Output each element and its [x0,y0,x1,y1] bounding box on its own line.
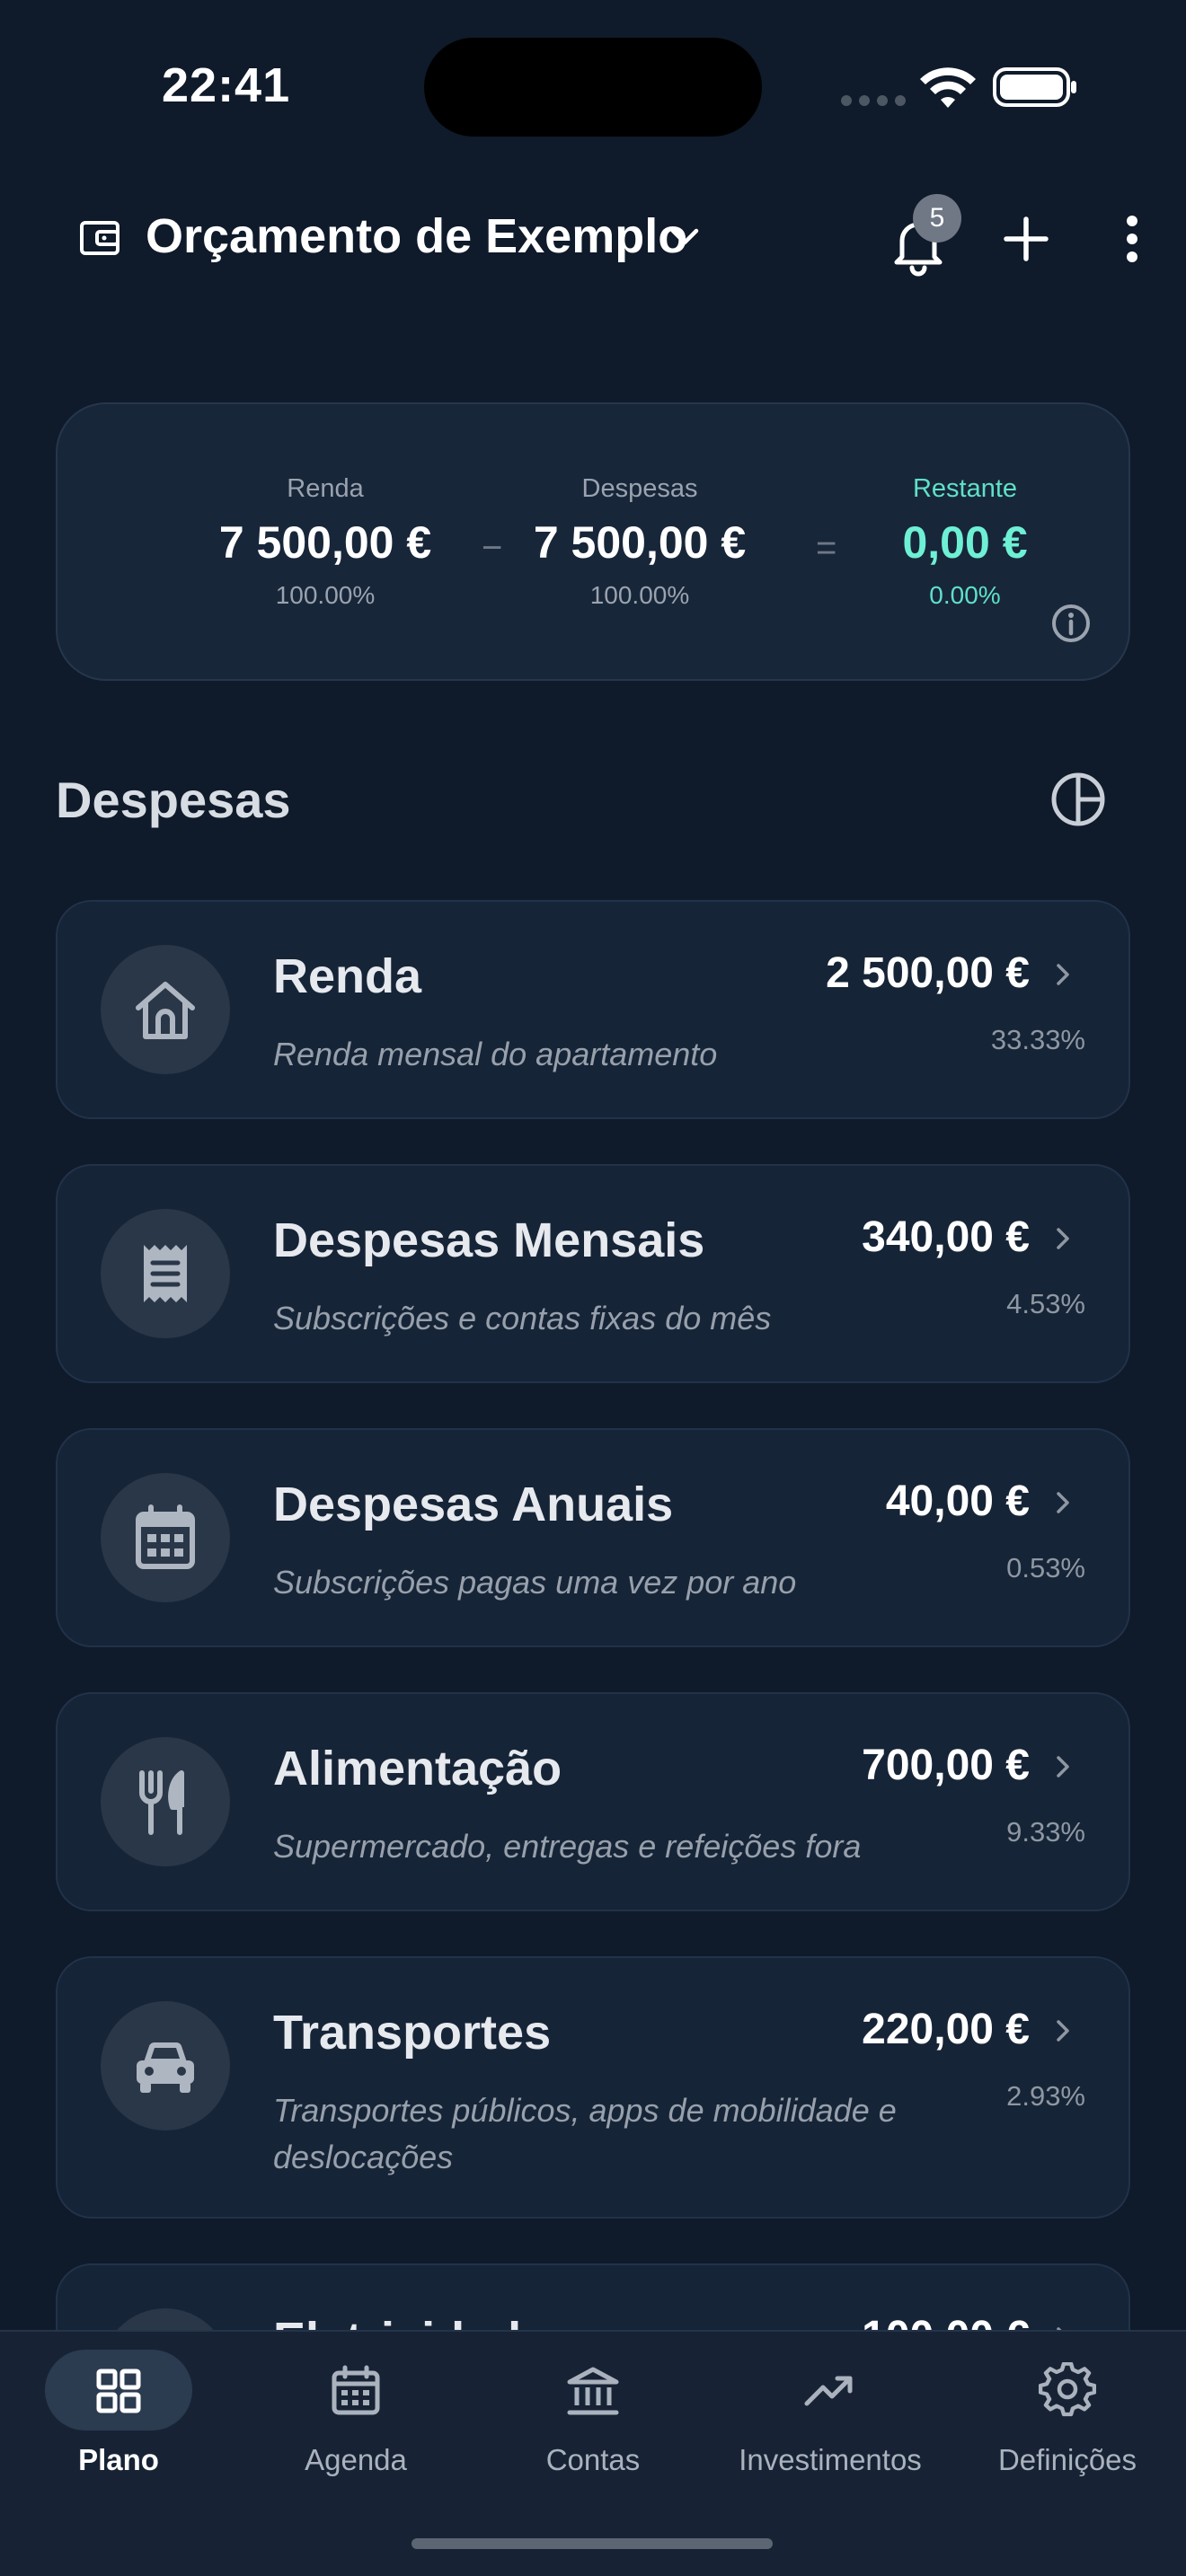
nav-label: Agenda [305,2443,407,2476]
chevron-right-icon [1057,1492,1069,1513]
add-icon[interactable] [997,210,1055,268]
nav-item-plano[interactable]: Plano [0,2332,237,2511]
expense-description: Supermercado, entregas e refeições fora [273,1828,862,1865]
category-icon-circle [101,1473,230,1602]
expense-item-alimentacao[interactable]: Alimentação Supermercado, entregas e ref… [56,1692,1130,1911]
trending-up-icon [804,2376,853,2406]
expense-name: Despesas Mensais [273,1213,705,1267]
income-label: Renda [287,474,364,503]
income-value: 7 500,00 € [218,517,432,568]
expense-amount: 220,00 € [862,2006,1030,2053]
expense-percent: 0.53% [1006,1552,1085,1584]
expense-description: Subscrições pagas uma vez por ano [273,1564,797,1601]
calendar-icon [136,1504,195,1569]
chevron-right-icon [1057,1228,1069,1249]
expense-item-renda[interactable]: Renda Renda mensal do apartamento 2 500,… [56,900,1130,1119]
expenses-percent: 100.00% [589,581,690,609]
expense-percent: 4.53% [1006,1288,1085,1319]
nav-item-contas[interactable]: Contas [474,2332,712,2511]
expenses-label: Despesas [581,474,698,503]
expense-amount: 340,00 € [862,1213,1030,1261]
cellular-signal-icon [841,95,906,106]
expense-name: Despesas Anuais [273,1478,674,1531]
expense-name: Alimentação [273,1742,562,1795]
budget-selector[interactable]: Orçamento de Exemplo [146,208,687,264]
expense-item-transportes[interactable]: Transportes Transportes públicos, apps d… [56,1956,1130,2219]
expense-percent: 9.33% [1006,1816,1085,1848]
expense-item-despesas-mensais[interactable]: Despesas Mensais Subscrições e contas fi… [56,1164,1130,1383]
category-icon-circle [101,945,230,1074]
minus-operator: − [482,528,503,568]
category-icon-circle [101,1209,230,1338]
cutlery-icon [139,1770,184,1835]
expense-item-despesas-anuais[interactable]: Despesas Anuais Subscrições pagas uma ve… [56,1428,1130,1647]
summary-income: Renda 7 500,00 € 100.00% [190,474,460,610]
receipt-icon [144,1245,187,1302]
nav-item-agenda[interactable]: Agenda [237,2332,474,2511]
budget-summary-card: Renda 7 500,00 € 100.00% − Despesas 7 50… [56,402,1130,681]
chevron-right-icon [1057,2020,1069,2042]
summary-remaining: Restante 0,00 € 0.00% [830,474,1100,610]
house-icon [136,982,195,1039]
summary-expenses: Despesas 7 500,00 € 100.00% [505,474,774,610]
nav-label: Investimentos [739,2443,922,2476]
expense-description: Transportes públicos, apps de mobilidade… [273,2092,897,2175]
grid-icon [96,2369,141,2413]
wallet-icon [80,221,119,255]
nav-label: Plano [78,2443,159,2476]
remaining-value: 0,00 € [902,517,1028,568]
expense-name: Transportes [273,2006,552,2060]
notification-badge: 5 [913,194,961,243]
chevron-down-icon[interactable] [665,217,704,257]
info-icon[interactable] [1049,602,1093,645]
battery-icon [993,67,1076,107]
home-indicator[interactable] [412,2538,773,2549]
more-vert-icon[interactable] [1114,210,1150,268]
category-icon-circle [101,1737,230,1866]
dynamic-island [424,38,762,137]
expense-name: Renda [273,949,422,1003]
expenses-value: 7 500,00 € [533,517,747,568]
expenses-section-title: Despesas [56,772,291,828]
nav-label: Definições [997,2443,1137,2476]
nav-item-investimentos[interactable]: Investimentos [712,2332,949,2511]
app-screen: 22:41 Orçamento de Exemplo 5 Renda 7 500… [0,0,1186,2576]
nav-label: Contas [545,2443,641,2476]
remaining-label: Restante [912,474,1018,503]
expense-amount: 2 500,00 € [826,949,1030,997]
expense-description: Subscrições e contas fixas do mês [273,1300,772,1337]
expense-percent: 33.33% [990,1024,1085,1055]
category-icon-circle [101,2001,230,2130]
nav-item-definicoes[interactable]: Definições [949,2332,1186,2511]
bank-icon [567,2367,619,2415]
expense-description: Renda mensal do apartamento [273,1036,718,1072]
pie-chart-icon[interactable] [1048,769,1109,830]
income-percent: 100.00% [275,581,376,609]
expense-amount: 40,00 € [885,1478,1030,1525]
gear-icon [1039,2362,1096,2417]
app-header: Orçamento de Exemplo 5 [0,180,1186,296]
chevron-right-icon [1057,964,1069,985]
status-bar: 22:41 [0,0,1186,171]
car-icon [137,2042,194,2093]
status-time: 22:41 [162,58,291,112]
wifi-icon [920,67,976,108]
calendar-icon [332,2365,380,2415]
expense-amount: 700,00 € [862,1742,1030,1789]
expense-percent: 2.93% [1006,2080,1085,2112]
chevron-right-icon [1057,1756,1069,1778]
